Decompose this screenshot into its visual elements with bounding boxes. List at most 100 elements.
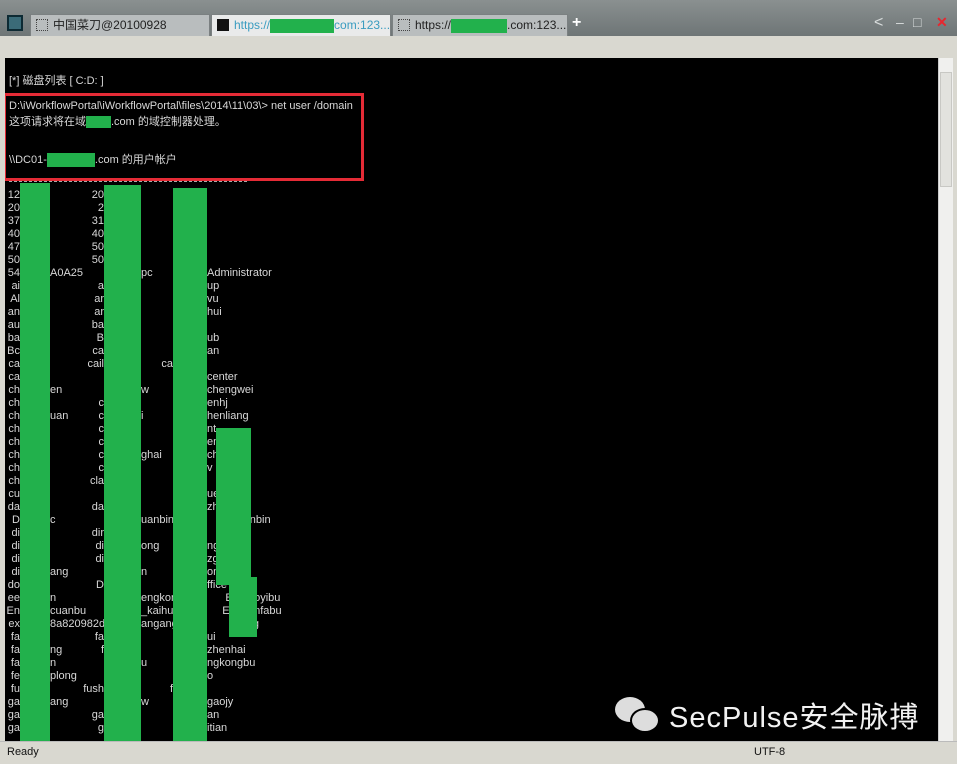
tab-label-suffix: com:123...: [334, 18, 391, 32]
user-name-fragment: chengwei: [207, 384, 254, 396]
tab-label-prefix: https://: [234, 18, 271, 32]
scrollbar-thumb[interactable]: [940, 72, 952, 187]
status-text: Ready: [7, 746, 39, 758]
redaction: [451, 18, 508, 33]
user-name-fragment: ch: [8, 397, 20, 409]
terminal-output[interactable]: [*] 磁盘列表 [ C:D: ] D:\iWorkflowPortal\iWo…: [5, 58, 938, 741]
user-name-fragment: ca: [161, 358, 173, 370]
user-name-fragment: ng: [50, 644, 63, 656]
redaction: [173, 188, 207, 741]
user-name-fragment: fu: [10, 683, 20, 695]
user-name-fragment: ai: [11, 280, 20, 292]
user-name-fragment: ca: [92, 345, 104, 357]
user-name-fragment: henliang: [207, 410, 249, 422]
user-name-fragment: pc: [141, 267, 153, 279]
user-name-fragment: ar: [94, 306, 104, 318]
user-name-fragment: ar: [94, 293, 104, 305]
terminal-icon: [217, 19, 229, 31]
user-name-fragment: an: [207, 709, 220, 721]
user-name-fragment: fa: [94, 631, 104, 643]
tab-terminal[interactable]: https:// com:123...: [211, 14, 391, 36]
user-name-fragment: ch: [8, 462, 20, 474]
user-name-fragment: dir: [91, 527, 104, 539]
user-name-fragment: 50: [91, 241, 104, 253]
back-button[interactable]: <: [874, 14, 883, 32]
user-name-fragment: ch: [8, 410, 20, 422]
user-name-fragment: di: [11, 553, 20, 565]
tab-caidao[interactable]: 中国菜刀@20100928: [30, 14, 210, 36]
user-name-fragment: ch: [8, 449, 20, 461]
close-button[interactable]: ✕: [936, 14, 948, 31]
user-name-fragment: ga: [7, 722, 20, 734]
user-name-fragment: w: [141, 696, 149, 708]
user-name-fragment: ong: [141, 540, 160, 552]
user-name-fragment: u: [141, 657, 148, 669]
vertical-scrollbar[interactable]: [938, 58, 953, 741]
user-name-fragment: ga: [7, 696, 20, 708]
user-name-fragment: w: [141, 384, 149, 396]
user-name-fragment: n: [141, 566, 148, 578]
user-name-fragment: cail: [87, 358, 104, 370]
user-name-fragment: uanbin: [141, 514, 175, 526]
user-name-fragment: ba: [7, 332, 20, 344]
user-name-fragment: n: [50, 592, 57, 604]
status-bar: Ready UTF-8: [0, 741, 957, 764]
redaction: [216, 428, 251, 585]
redaction: [20, 183, 50, 741]
user-name-fragment: v: [207, 462, 213, 474]
user-name-fragment: cu: [8, 488, 20, 500]
user-name-fragment: 20: [91, 189, 104, 201]
user-name-fragment: uan: [50, 410, 69, 422]
user-name-fragment: up: [207, 280, 220, 292]
tab-label-prefix: https://: [415, 18, 452, 32]
user-name-fragment: vu: [207, 293, 219, 305]
user-name-fragment: an: [207, 345, 220, 357]
minimize-button[interactable]: –: [896, 14, 904, 30]
user-name-fragment: do: [7, 579, 20, 591]
new-tab-button[interactable]: +: [572, 14, 581, 32]
user-name-fragment: di: [11, 540, 20, 552]
tab-third[interactable]: https:// .com:123...: [392, 14, 568, 36]
user-name-fragment: 40: [91, 228, 104, 240]
encoding-label[interactable]: UTF-8: [754, 746, 785, 758]
user-name-fragment: 31: [91, 215, 104, 227]
user-name-fragment: au: [7, 319, 20, 331]
user-name-fragment: ub: [207, 332, 220, 344]
user-name-fragment: ch: [8, 384, 20, 396]
user-name-fragment: D: [12, 514, 20, 526]
user-name-fragment: ch: [8, 423, 20, 435]
redaction: [229, 577, 257, 637]
disk-list-line: [*] 磁盘列表 [ C:D: ]: [9, 75, 104, 87]
user-name-fragment: ch: [8, 475, 20, 487]
watermark: SecPulse安全脉搏: [615, 694, 920, 736]
user-name-fragment: ui: [207, 631, 216, 643]
user-name-fragment: ga: [7, 709, 20, 721]
maximize-button[interactable]: □: [913, 14, 921, 30]
user-name-fragment: fa: [10, 631, 20, 643]
user-name-fragment: di: [95, 553, 104, 565]
user-name-fragment: _kaihu: [141, 605, 174, 617]
user-name-fragment: ca: [8, 358, 20, 370]
separator-line: [9, 181, 247, 182]
tab-page-icon: [36, 19, 48, 31]
user-name-fragment: fush: [83, 683, 104, 695]
user-name-fragment: di: [11, 566, 20, 578]
user-name-fragment: fa: [10, 644, 20, 656]
user-name-fragment: ch: [8, 436, 20, 448]
user-name-fragment: di: [95, 540, 104, 552]
user-name-fragment: ex: [8, 618, 20, 630]
user-name-fragment: Administrator: [207, 267, 272, 279]
user-name-fragment: 40: [7, 228, 20, 240]
user-name-fragment: A0A25: [50, 267, 84, 279]
user-name-fragment: ca: [8, 371, 20, 383]
user-name-fragment: engkon: [141, 592, 178, 604]
user-name-fragment: 8a820982d: [50, 618, 106, 630]
tab-label-suffix: .com:123...: [507, 18, 567, 32]
app-icon[interactable]: [7, 15, 23, 31]
redaction: [270, 18, 335, 33]
user-name-fragment: enhj: [207, 397, 228, 409]
user-name-fragment: ee: [7, 592, 20, 604]
user-name-fragment: ang: [50, 696, 69, 708]
title-bar: 中国菜刀@20100928 https:// com:123... https:/…: [0, 0, 957, 36]
user-name-fragment: cuanbu: [50, 605, 87, 617]
